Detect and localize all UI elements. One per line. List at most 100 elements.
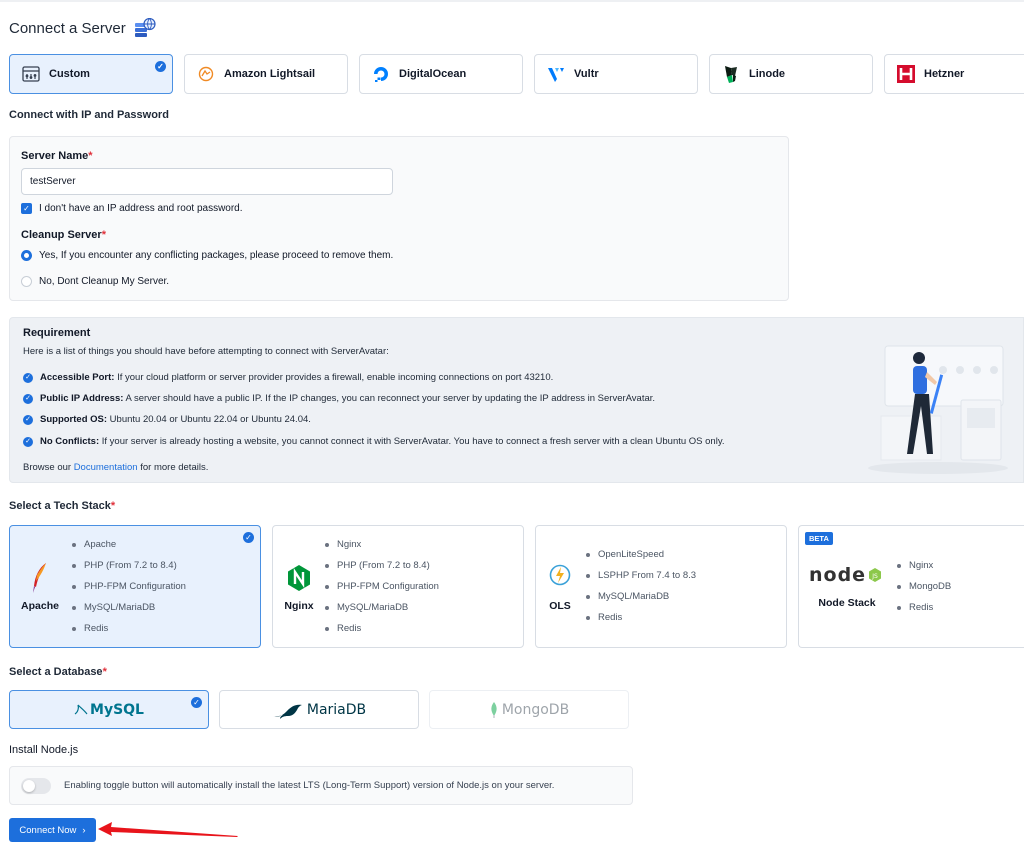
no-ip-checkbox-row[interactable]: ✓ I don't have an IP address and root pa… bbox=[21, 203, 243, 214]
database-title: Select a Database* bbox=[9, 666, 107, 678]
stack-node[interactable]: BETA node JS Node Stack Nginx MongoDB Re… bbox=[798, 525, 1024, 648]
stack-ols[interactable]: OLS OpenLiteSpeed LSPHP From 7.4 to 8.3 … bbox=[535, 525, 787, 648]
check-circle-icon: ✓ bbox=[23, 393, 33, 404]
provider-linode[interactable]: Linode bbox=[709, 54, 873, 94]
server-name-label: Server Name* bbox=[21, 150, 93, 162]
custom-server-icon bbox=[22, 65, 40, 83]
stack-features: Nginx PHP (From 7.2 to 8.4) PHP-FPM Conf… bbox=[325, 534, 439, 639]
stack-feature: PHP-FPM Configuration bbox=[325, 576, 439, 597]
selected-check-icon: ✓ bbox=[191, 697, 202, 708]
stack-feature: MySQL/MariaDB bbox=[72, 597, 186, 618]
database-mysql[interactable]: MySQL ✓ bbox=[9, 690, 209, 729]
provider-custom[interactable]: Custom ✓ bbox=[9, 54, 173, 94]
stack-features: Nginx MongoDB Redis bbox=[897, 555, 951, 618]
documentation-link[interactable]: Documentation bbox=[74, 462, 138, 473]
stack-feature: Redis bbox=[897, 597, 951, 618]
cleanup-option-yes[interactable]: Yes, If you encounter any conflicting pa… bbox=[21, 250, 393, 261]
mysql-logo-icon: MySQL bbox=[74, 702, 144, 718]
stack-feature: MySQL/MariaDB bbox=[325, 597, 439, 618]
database-mongodb[interactable]: MongoDB bbox=[429, 690, 629, 729]
tech-stack-options: Apache Apache PHP (From 7.2 to 8.4) PHP-… bbox=[9, 525, 1024, 648]
lightsail-icon bbox=[197, 65, 215, 83]
stack-name: Nginx bbox=[284, 600, 314, 612]
litespeed-icon bbox=[540, 555, 580, 595]
provider-label: Linode bbox=[749, 68, 786, 80]
provider-vultr[interactable]: Vultr bbox=[534, 54, 698, 94]
server-name-input[interactable] bbox=[21, 168, 393, 195]
provider-label: DigitalOcean bbox=[399, 68, 467, 80]
stack-features: OpenLiteSpeed LSPHP From 7.4 to 8.3 MySQ… bbox=[586, 544, 696, 628]
red-arrow-annotation bbox=[98, 822, 238, 837]
install-node-toggle[interactable] bbox=[21, 777, 51, 794]
requirement-footer: Browse our Documentation for more detail… bbox=[23, 462, 209, 473]
stack-feature: Redis bbox=[72, 618, 186, 639]
connect-now-button[interactable]: Connect Now › bbox=[9, 818, 96, 842]
beta-badge: BETA bbox=[805, 532, 833, 545]
requirement-item: ✓ Public IP Address: A server should hav… bbox=[23, 393, 655, 404]
stack-feature: Apache bbox=[72, 534, 186, 555]
stack-feature: Nginx bbox=[325, 534, 439, 555]
person-illustration bbox=[868, 345, 1008, 474]
requirement-title: Requirement bbox=[23, 327, 91, 339]
server-globe-icon bbox=[134, 18, 156, 37]
provider-tabs: Custom ✓ Amazon Lightsail DigitalOcean V… bbox=[9, 54, 1024, 94]
page-title: Connect a Server bbox=[9, 18, 156, 38]
stack-feature: Nginx bbox=[897, 555, 951, 576]
check-circle-icon: ✓ bbox=[23, 372, 33, 383]
selected-check-icon: ✓ bbox=[243, 532, 254, 543]
mongodb-logo-icon: MongoDB bbox=[489, 701, 569, 719]
stack-nginx[interactable]: Nginx Nginx PHP (From 7.2 to 8.4) PHP-FP… bbox=[272, 525, 524, 648]
nodejs-logo-icon: node JS bbox=[809, 564, 882, 586]
no-ip-checkbox-label: I don't have an IP address and root pass… bbox=[39, 203, 243, 214]
stack-feature: MongoDB bbox=[897, 576, 951, 597]
provider-label: Hetzner bbox=[924, 68, 965, 80]
selected-check-icon: ✓ bbox=[155, 61, 166, 72]
database-options: MySQL ✓ MariaDB MongoDB bbox=[9, 690, 629, 729]
provider-label: Vultr bbox=[574, 68, 599, 80]
cleanup-option-label: Yes, If you encounter any conflicting pa… bbox=[39, 250, 394, 261]
stack-feature: Redis bbox=[325, 618, 439, 639]
hetzner-icon bbox=[897, 65, 915, 83]
radio-unselected-icon[interactable] bbox=[21, 276, 32, 287]
stack-feature: PHP-FPM Configuration bbox=[72, 576, 186, 597]
install-node-panel: Enabling toggle button will automaticall… bbox=[9, 766, 633, 805]
connect-section-title: Connect with IP and Password bbox=[9, 109, 169, 121]
provider-label: Custom bbox=[49, 68, 90, 80]
top-divider bbox=[0, 0, 1024, 2]
cleanup-option-no[interactable]: No, Dont Cleanup My Server. bbox=[21, 276, 169, 287]
mariadb-logo-icon: MariaDB bbox=[272, 700, 366, 720]
ip-password-form: Server Name* ✓ I don't have an IP addres… bbox=[9, 136, 789, 301]
vultr-icon bbox=[547, 65, 565, 83]
stack-name: Apache bbox=[21, 600, 59, 612]
requirement-subtitle: Here is a list of things you should have… bbox=[23, 346, 389, 357]
stack-feature: PHP (From 7.2 to 8.4) bbox=[72, 555, 186, 576]
stack-features: Apache PHP (From 7.2 to 8.4) PHP-FPM Con… bbox=[72, 534, 186, 639]
provider-label: Amazon Lightsail bbox=[224, 68, 316, 80]
stack-name: OLS bbox=[549, 600, 571, 612]
stack-feature: LSPHP From 7.4 to 8.3 bbox=[586, 565, 696, 586]
tech-stack-title: Select a Tech Stack* bbox=[9, 500, 116, 512]
install-node-description: Enabling toggle button will automaticall… bbox=[64, 780, 555, 791]
radio-selected-icon[interactable] bbox=[21, 250, 32, 261]
cleanup-server-label: Cleanup Server* bbox=[21, 229, 106, 241]
stack-feature: PHP (From 7.2 to 8.4) bbox=[325, 555, 439, 576]
stack-apache[interactable]: Apache Apache PHP (From 7.2 to 8.4) PHP-… bbox=[9, 525, 261, 648]
stack-feature: MySQL/MariaDB bbox=[586, 586, 696, 607]
provider-hetzner[interactable]: Hetzner bbox=[884, 54, 1024, 94]
requirement-panel: Requirement Here is a list of things you… bbox=[9, 317, 1024, 483]
provider-digitalocean[interactable]: DigitalOcean bbox=[359, 54, 523, 94]
provider-amazon-lightsail[interactable]: Amazon Lightsail bbox=[184, 54, 348, 94]
stack-name: Node Stack bbox=[818, 597, 876, 609]
svg-text:JS: JS bbox=[871, 573, 878, 580]
stack-feature: Redis bbox=[586, 607, 696, 628]
linode-icon bbox=[722, 65, 740, 83]
requirement-item: ✓ Accessible Port: If your cloud platfor… bbox=[23, 372, 553, 383]
chevron-right-icon: › bbox=[82, 824, 86, 836]
checkbox-checked-icon[interactable]: ✓ bbox=[21, 203, 32, 214]
requirement-item: ✓ Supported OS: Ubuntu 20.04 or Ubuntu 2… bbox=[23, 414, 311, 425]
stack-feature: OpenLiteSpeed bbox=[586, 544, 696, 565]
database-mariadb[interactable]: MariaDB bbox=[219, 690, 419, 729]
requirement-item: ✓ No Conflicts: If your server is alread… bbox=[23, 436, 725, 447]
digitalocean-icon bbox=[372, 65, 390, 83]
install-node-title: Install Node.js bbox=[9, 744, 79, 756]
